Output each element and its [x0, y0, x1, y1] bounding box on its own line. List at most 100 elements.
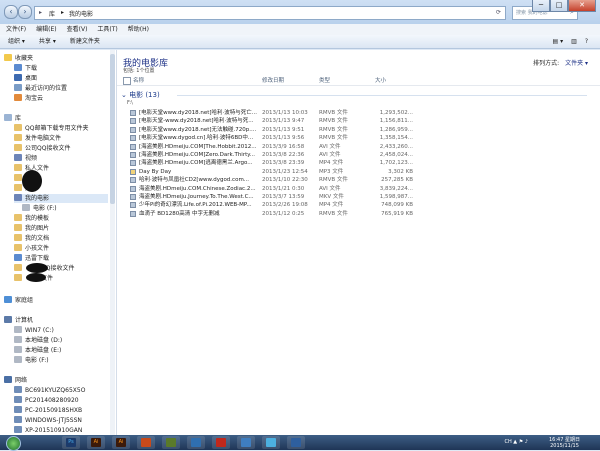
app-icon: [166, 438, 176, 447]
nav-computer[interactable]: 计算机: [4, 316, 33, 325]
file-row[interactable]: [海盗美剧.HDmeiju.COM]逃离德黑兰.Argo... 2013/3/8 …: [117, 159, 600, 167]
nav-network-pc[interactable]: BC691KYUZQ65X5O: [14, 386, 85, 395]
file-name: 血滴子 BD1280高清 中字无删减: [139, 210, 220, 217]
nav-homegroup[interactable]: 家庭组: [4, 296, 33, 305]
nav-drive[interactable]: 本地磁盘 (E:): [14, 346, 61, 355]
nav-libraries[interactable]: 库: [4, 114, 21, 123]
nav-my-movies[interactable]: 我的电影: [14, 194, 108, 203]
taskbar-app[interactable]: [137, 436, 155, 449]
file-row[interactable]: [海盗美剧.HDmeiju.COM]Zero.Dark.Thirty... 201…: [117, 151, 600, 159]
back-button[interactable]: ‹: [4, 5, 18, 19]
nav-lib-item[interactable]: 我的文档: [14, 234, 49, 243]
nav-lib-item[interactable]: 迅雷下载: [14, 254, 49, 263]
library-subtitle[interactable]: 包括: 1个位置: [123, 67, 154, 74]
file-row[interactable]: 少年Pi的奇幻漂流.Life.of.Pi.2012.WEB-MP... 2013/…: [117, 201, 600, 209]
app-icon: [291, 438, 301, 447]
nav-network[interactable]: 网络: [4, 376, 27, 385]
video-file-icon: [130, 135, 136, 142]
address-bar[interactable]: ▸ 库 ▸ 我的电影 ⟳: [34, 6, 506, 20]
help-icon[interactable]: ?: [585, 35, 588, 48]
group-header[interactable]: ⌄ 电影 (13): [121, 90, 160, 100]
nav-lib-item[interactable]: 我的图片: [14, 224, 49, 233]
nav-lib-item[interactable]: QQ邮箱下载专用文件夹: [14, 124, 88, 133]
breadcrumb-library[interactable]: 库: [49, 9, 55, 18]
organize-button[interactable]: 组织 ▾: [8, 35, 25, 48]
file-row[interactable]: [电影天堂www.dy2018.net]无法触碰.720p.... 2013/1/…: [117, 126, 600, 134]
forward-button[interactable]: ›: [18, 5, 32, 19]
drive-icon: [14, 326, 22, 333]
file-row[interactable]: [电影天堂www.dy2018.net]哈利·波特与死亡... 2013/1/13…: [117, 109, 600, 117]
nav-lib-item[interactable]: 小孩文件: [14, 244, 49, 253]
share-button[interactable]: 共享 ▾: [39, 35, 56, 48]
folder-icon: [14, 174, 22, 181]
nav-network-pc[interactable]: XP-201510910GAN: [14, 426, 82, 435]
preview-pane-icon[interactable]: ▥: [571, 35, 577, 48]
breadcrumb-my-movies[interactable]: 我的电影: [69, 9, 93, 18]
nav-drive[interactable]: 本地磁盘 (D:): [14, 336, 62, 345]
nav-downloads[interactable]: 下载: [14, 64, 37, 73]
nav-drive[interactable]: WIN7 (C:): [14, 326, 54, 335]
arrange-dropdown[interactable]: 文件夹 ▾: [565, 60, 588, 67]
file-row[interactable]: 海盗美剧.HDmeiju.COM.Chinese.Zodiac.2... 2013…: [117, 185, 600, 193]
nav-network-pc[interactable]: WINDOWS-JTJ5SSN: [14, 416, 82, 425]
close-button[interactable]: ✕: [568, 0, 596, 12]
column-name[interactable]: 名称: [133, 76, 144, 84]
taskbar-app[interactable]: [162, 436, 180, 449]
taskbar-app[interactable]: [262, 436, 280, 449]
nav-lib-item[interactable]: 我的模板: [14, 214, 49, 223]
file-type: MKV 文件: [319, 194, 344, 200]
menu-view[interactable]: 查看(V): [67, 24, 88, 35]
nav-desktop[interactable]: 桌面: [14, 74, 37, 83]
taskbar-app[interactable]: Ai: [87, 436, 105, 449]
refresh-icon[interactable]: ⟳: [496, 9, 501, 16]
column-type[interactable]: 类型: [319, 76, 330, 84]
menu-edit[interactable]: 编辑(E): [36, 24, 56, 35]
taskbar-app[interactable]: Ai: [112, 436, 130, 449]
nav-network-pc[interactable]: PC201408280920: [14, 396, 79, 405]
nav-lib-item[interactable]: 视频: [14, 154, 37, 163]
column-date[interactable]: 修改日期: [262, 76, 284, 84]
maximize-button[interactable]: □: [550, 0, 568, 12]
video-file-icon: [130, 202, 136, 209]
nav-network-pc[interactable]: PC-20150918SHXB: [14, 406, 82, 415]
nav-drive[interactable]: 电影 (F:): [14, 356, 49, 365]
menu-file[interactable]: 文件(F): [6, 24, 26, 35]
column-size[interactable]: 大小: [375, 76, 386, 84]
file-row[interactable]: [电影天堂www.dygod.cn].哈利·波特6BD中... 2013/1/13…: [117, 134, 600, 142]
nav-lib-item[interactable]: 电影 (F:): [22, 204, 57, 213]
file-row[interactable]: 血滴子 BD1280高清 中字无删减 2013/1/12 0:25 RMVB 文件 7…: [117, 210, 600, 218]
taskbar-app[interactable]: [237, 436, 255, 449]
view-options-icon[interactable]: ▤ ▾: [553, 35, 564, 48]
minimize-button[interactable]: ─: [532, 0, 550, 12]
nav-scrollbar[interactable]: [110, 50, 115, 435]
file-row[interactable]: [电影天堂-www.dy2018.net]哈利·波特与死... 2013/1/13…: [117, 117, 600, 125]
start-button[interactable]: [6, 436, 21, 451]
breadcrumb-separator: ▸: [61, 9, 65, 16]
file-row[interactable]: [海盗美剧.HDmeiju.COM]The.Hobbit.2012... 2013…: [117, 143, 600, 151]
folder-icon: [14, 134, 22, 141]
taskbar-app[interactable]: Ps: [62, 436, 80, 449]
nav-recent[interactable]: 最近访问的位置: [14, 84, 67, 93]
file-row[interactable]: 哈利·波特与凤凰社CD2[www.dygod.com... 2013/1/10 2…: [117, 176, 600, 184]
menu-help[interactable]: 帮助(H): [128, 24, 149, 35]
clock[interactable]: 16:47 星期日 2015/11/15: [549, 437, 580, 449]
nav-lib-item[interactable]: 公司QQ接收文件: [14, 144, 70, 153]
taskbar-app[interactable]: [212, 436, 230, 449]
new-folder-button[interactable]: 新建文件夹: [70, 35, 100, 48]
select-all-checkbox[interactable]: [123, 77, 131, 85]
file-date: 2013/3/7 13:59: [262, 194, 305, 200]
menu-tools[interactable]: 工具(T): [97, 24, 117, 35]
baidu-watermark-logo: [455, 385, 595, 425]
file-row[interactable]: 海盗美剧.HDmeiju.Journey.To.The.West.C... 201…: [117, 193, 600, 201]
nav-taobao-cloud[interactable]: 淘宝云: [14, 94, 43, 103]
taskbar-app[interactable]: [287, 436, 305, 449]
file-row[interactable]: Day By Day 2013/1/23 12:54 MP3 文件 3,302 KB: [117, 168, 600, 176]
taskbar-app[interactable]: [187, 436, 205, 449]
nav-scroll-thumb[interactable]: [110, 54, 115, 204]
tray-icons[interactable]: CH ▲ ⚑ ♪: [504, 439, 528, 445]
file-name: 少年Pi的奇幻漂流.Life.of.Pi.2012.WEB-MP...: [139, 202, 252, 209]
folder-icon: [14, 164, 22, 171]
nav-favorites[interactable]: 收藏夹: [4, 54, 33, 63]
pc-icon: [14, 396, 22, 403]
nav-lib-item[interactable]: 发件电脑文件: [14, 134, 61, 143]
